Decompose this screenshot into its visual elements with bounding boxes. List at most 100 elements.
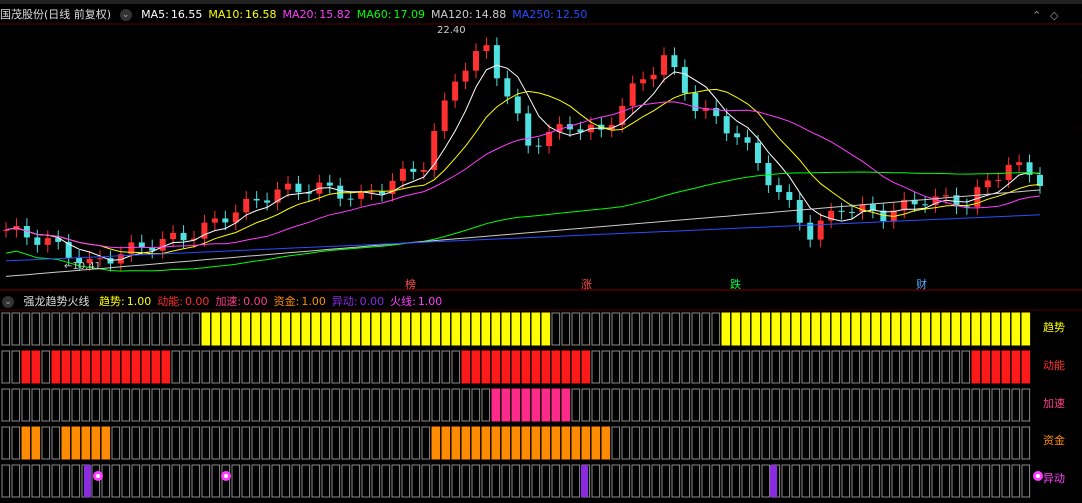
indicator-cell bbox=[661, 464, 671, 498]
indicator-cell bbox=[231, 388, 241, 422]
indicator-cell bbox=[21, 312, 31, 346]
chevron-down-icon[interactable]: ⌄ bbox=[2, 296, 14, 308]
event-tag-finance[interactable]: 财 bbox=[916, 278, 927, 291]
candle-body bbox=[347, 198, 354, 200]
indicator-cell bbox=[211, 312, 221, 346]
indicator-cell bbox=[321, 350, 331, 384]
indicator-cell bbox=[621, 426, 631, 460]
indicator-cell bbox=[531, 388, 541, 422]
indicator-cell bbox=[581, 350, 591, 384]
indicator-cell bbox=[931, 464, 941, 498]
indicator-cell bbox=[191, 388, 201, 422]
indicator-cell bbox=[501, 464, 511, 498]
event-tag-rise[interactable]: 涨 bbox=[581, 278, 592, 291]
indicator-cell bbox=[201, 312, 211, 346]
fire-marker-dot bbox=[224, 474, 228, 478]
indicator-cell bbox=[491, 350, 501, 384]
indicator-cell bbox=[91, 312, 101, 346]
indicator-cell bbox=[331, 312, 341, 346]
indicator-cell bbox=[121, 388, 131, 422]
indicator-cell bbox=[761, 426, 771, 460]
indicator-cell bbox=[351, 388, 361, 422]
indicator-cell bbox=[951, 312, 961, 346]
indicator-cell bbox=[411, 388, 421, 422]
candle-body bbox=[441, 100, 448, 131]
indicator-cell bbox=[981, 388, 991, 422]
indicator-cell bbox=[651, 426, 661, 460]
indicator-cell bbox=[341, 388, 351, 422]
indicator-cell bbox=[281, 350, 291, 384]
indicator-cell bbox=[381, 464, 391, 498]
low-price-label: ←10.41 bbox=[64, 261, 102, 272]
ma5-line bbox=[5, 64, 1041, 261]
indicator-cell bbox=[271, 464, 281, 498]
indicator-cell bbox=[1011, 426, 1021, 460]
indicator-cell bbox=[801, 464, 811, 498]
indicator-cell bbox=[261, 350, 271, 384]
indicator-cell bbox=[361, 350, 371, 384]
indicator-cell bbox=[61, 426, 71, 460]
indicator-cell bbox=[491, 388, 501, 422]
indicator-cell bbox=[611, 350, 621, 384]
indicator-cell bbox=[121, 426, 131, 460]
indicator-cell bbox=[631, 312, 641, 346]
indicator-cell bbox=[251, 464, 261, 498]
candle-body bbox=[295, 183, 302, 193]
indicator-cell bbox=[401, 312, 411, 346]
row-label-accel: 加速 bbox=[1043, 397, 1065, 410]
indicator-cell bbox=[401, 350, 411, 384]
candle-body bbox=[755, 142, 761, 164]
indicator-cell bbox=[121, 312, 131, 346]
indicator-cell bbox=[381, 388, 391, 422]
indicator-cell bbox=[991, 388, 1001, 422]
candle-body bbox=[817, 220, 824, 240]
indicator-cell bbox=[621, 350, 631, 384]
candle-body bbox=[692, 92, 699, 111]
indicator-cell bbox=[611, 388, 621, 422]
indicator-cell bbox=[1021, 350, 1031, 384]
event-tag-rank[interactable]: 榜 bbox=[405, 278, 416, 291]
candle-body bbox=[337, 185, 344, 199]
indicator-cell bbox=[131, 312, 141, 346]
indicator-value-value: 1.00 bbox=[417, 295, 443, 308]
indicator-cell bbox=[601, 350, 611, 384]
candle-body bbox=[285, 183, 291, 190]
indicator-cell bbox=[161, 464, 171, 498]
low-price-value: 10.41 bbox=[72, 261, 102, 272]
indicator-cell bbox=[581, 426, 591, 460]
indicator-cell bbox=[451, 350, 461, 384]
indicator-cell bbox=[381, 426, 391, 460]
indicator-cell bbox=[291, 426, 301, 460]
indicator-cell bbox=[691, 464, 701, 498]
candle-body bbox=[3, 229, 9, 231]
indicator-cell bbox=[441, 312, 451, 346]
candle-body bbox=[253, 198, 260, 201]
indicator-cell bbox=[181, 388, 191, 422]
indicator-cell bbox=[41, 464, 51, 498]
candle-body bbox=[211, 218, 218, 223]
indicator-cell bbox=[21, 426, 31, 460]
indicator-cell bbox=[521, 464, 531, 498]
indicator-cell bbox=[111, 388, 121, 422]
candle-body bbox=[493, 45, 500, 79]
indicator-cell bbox=[31, 350, 41, 384]
indicator-cell bbox=[391, 464, 401, 498]
indicator-cell bbox=[41, 350, 51, 384]
indicator-cell bbox=[991, 464, 1001, 498]
indicator-cell bbox=[721, 350, 731, 384]
event-tag-fall[interactable]: 跌 bbox=[730, 278, 741, 291]
indicator-cell bbox=[561, 350, 571, 384]
indicator-cell bbox=[511, 350, 521, 384]
indicator-cell bbox=[701, 350, 711, 384]
indicator-cell bbox=[41, 312, 51, 346]
indicator-cell bbox=[171, 350, 181, 384]
indicator-cell bbox=[731, 388, 741, 422]
indicator-cell bbox=[501, 426, 511, 460]
indicator-cell bbox=[31, 426, 41, 460]
indicator-cell bbox=[741, 388, 751, 422]
indicator-cell bbox=[81, 388, 91, 422]
indicator-cell bbox=[541, 312, 551, 346]
candle-body bbox=[661, 55, 667, 75]
ma250-line bbox=[5, 214, 1041, 262]
indicator-cell bbox=[781, 464, 791, 498]
